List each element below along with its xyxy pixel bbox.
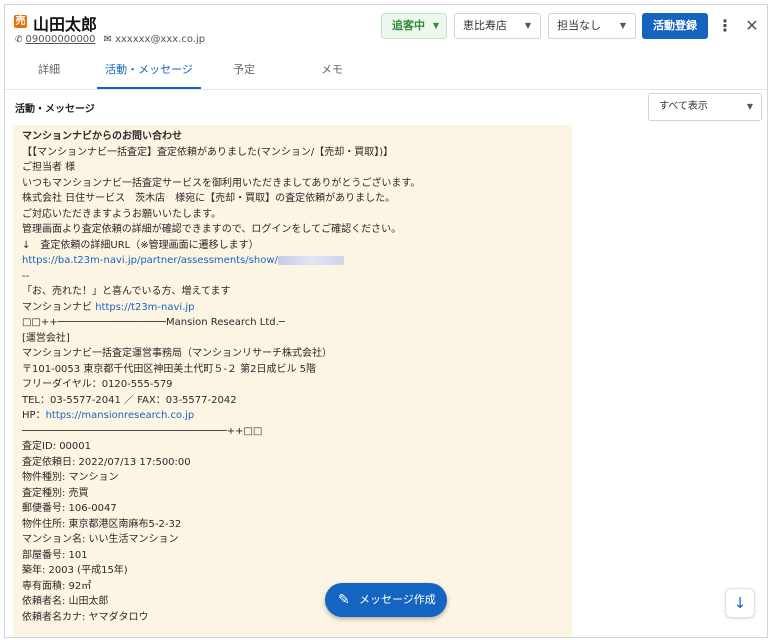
message-line: -- [22, 270, 30, 282]
message-line: フリーダイヤル：0120-555-579 [22, 379, 173, 390]
navi-url-line: マンションナビ https://t23m-navi.jp [22, 300, 563, 316]
message-line: 査定ID: 00001 [22, 441, 92, 452]
status-label: 追客中 [392, 19, 425, 32]
chevron-down-icon: ▼ [619, 21, 626, 30]
status-dropdown[interactable]: 追客中 ▼ [381, 13, 447, 39]
phone-link[interactable]: 09000000000 [26, 34, 96, 45]
message-line: 専有面積: 92㎡ [22, 580, 92, 592]
tab-bar: 詳細 活動・メッセージ 予定 メモ [5, 55, 767, 90]
message-side-area [572, 125, 767, 637]
message-panel: マンションナビからのお問い合わせ 【【マンションナビ一括査定】査定依頼がありまし… [13, 125, 572, 637]
message-line: 管理画面より査定依頼の詳細が確認できますので、ログインをしてご確認ください。 [22, 224, 402, 235]
message-line: 郵便番号: 106-0047 [22, 503, 117, 514]
email-text: xxxxxx@xxx.co.jp [114, 34, 206, 45]
compose-message-label: メッセージ作成 [359, 593, 436, 606]
chevron-down-icon: ▼ [746, 102, 753, 111]
contact-name: 山田太郎 [33, 15, 98, 34]
message-line: 【【マンションナビ一括査定】査定依頼がありました(マンション/【売却・買取】)】 [22, 146, 394, 158]
message-text: HP： [22, 410, 46, 421]
message-body: マンションナビからのお問い合わせ 【【マンションナビ一括査定】査定依頼がありまし… [13, 125, 572, 629]
contact-detail-panel: 売 山田太郎 ✆ 09000000000 ✉ xxxxxx@xxx.co.jp … [4, 4, 768, 638]
message-line: ──────────────────────────────────++□□ [22, 425, 263, 437]
hp-url-line: HP：https://mansionresearch.co.jp [22, 408, 563, 424]
filter-dropdown[interactable]: すべて表示 ▼ [648, 93, 762, 121]
close-icon[interactable]: ✕ [743, 13, 761, 39]
chevron-down-icon: ▼ [524, 21, 531, 30]
staff-label: 担当なし [557, 19, 601, 32]
tab-schedule[interactable]: 予定 [215, 55, 273, 89]
message-line: 築年: 2003 (平成15年) [22, 565, 128, 576]
message-line: 依頼者名カナ: ヤマダタロウ [22, 611, 149, 623]
tab-details[interactable]: 詳細 [15, 55, 83, 89]
tab-activity-messages[interactable]: 活動・メッセージ [97, 55, 201, 89]
compose-message-button[interactable]: ✎ メッセージ作成 [325, 583, 447, 617]
message-line: 物件種別: マンション [22, 472, 119, 483]
message-line: 物件住所: 東京都港区南麻布5-2-32 [22, 518, 182, 530]
more-vert-icon[interactable]: ⋮ [717, 13, 733, 39]
message-line: [運営会社] [22, 332, 70, 344]
message-line: いつもマンションナビ一括査定サービスを御利用いただきましてありがとうございます。 [22, 177, 421, 189]
message-line: 「お、売れた！」と喜んでいる方、増えてます [22, 286, 231, 297]
tab-memo[interactable]: メモ [301, 55, 363, 89]
section-title: 活動・メッセージ [15, 104, 95, 115]
message-line: マンションナビ一括査定運営事務局（マンションリサーチ株式会社） [22, 348, 332, 359]
hp-url-link[interactable]: https://mansionresearch.co.jp [46, 410, 195, 421]
contact-info: ✆ 09000000000 ✉ xxxxxx@xxx.co.jp [15, 34, 205, 45]
register-activity-button[interactable]: 活動登録 [642, 13, 708, 39]
mail-icon: ✉ [103, 34, 112, 45]
message-line: 査定種別: 売買 [22, 487, 89, 499]
message-line: ご対応いただきますようお願いいたします。 [22, 208, 221, 220]
sell-badge: 売 [14, 15, 27, 28]
redacted-id [277, 255, 344, 265]
chevron-down-icon: ▼ [432, 21, 439, 30]
message-line: TEL：03-5577-2041 ／ FAX：03-5577-2042 [22, 394, 237, 406]
message-line: ↓ 査定依頼の詳細URL（※管理画面に遷移します） [22, 239, 259, 251]
message-line: 依頼者名: 山田太郎 [22, 596, 109, 607]
arrow-down-icon[interactable]: ↓ [725, 588, 755, 618]
message-line: 査定依頼日: 2022/07/13 17:500:00 [22, 456, 191, 468]
phone-icon: ✆ [15, 34, 23, 45]
message-line: 株式会社 日住サービス 茨木店 様宛に【売却・買取】の査定依頼がありました。 [22, 193, 396, 204]
message-line: ご担当者 様 [22, 162, 76, 173]
header: 売 山田太郎 ✆ 09000000000 ✉ xxxxxx@xxx.co.jp … [5, 5, 767, 55]
assessment-url-link[interactable]: https://ba.t23m-navi.jp/partner/assessme… [22, 255, 278, 266]
navi-url-link[interactable]: https://t23m-navi.jp [95, 302, 194, 313]
message-subject: マンションナビからのお問い合わせ [22, 131, 182, 142]
staff-dropdown[interactable]: 担当なし ▼ [548, 13, 636, 39]
assessment-url-line: https://ba.t23m-navi.jp/partner/assessme… [22, 253, 563, 269]
store-label: 恵比寿店 [463, 19, 507, 32]
message-line: □□++──────────────────Mansion Research L… [22, 317, 285, 328]
message-text: マンションナビ [22, 301, 96, 313]
filter-label: すべて表示 [659, 101, 708, 112]
message-line: 部屋番号: 101 [22, 549, 88, 561]
message-line: 〒101-0053 東京都千代田区神田美土代町５-２ 第2日成ビル 5階 [22, 363, 317, 375]
message-line: マンション名: いい生活マンション [22, 534, 179, 545]
store-dropdown[interactable]: 恵比寿店 ▼ [454, 13, 541, 39]
pencil-icon: ✎ [338, 592, 350, 608]
